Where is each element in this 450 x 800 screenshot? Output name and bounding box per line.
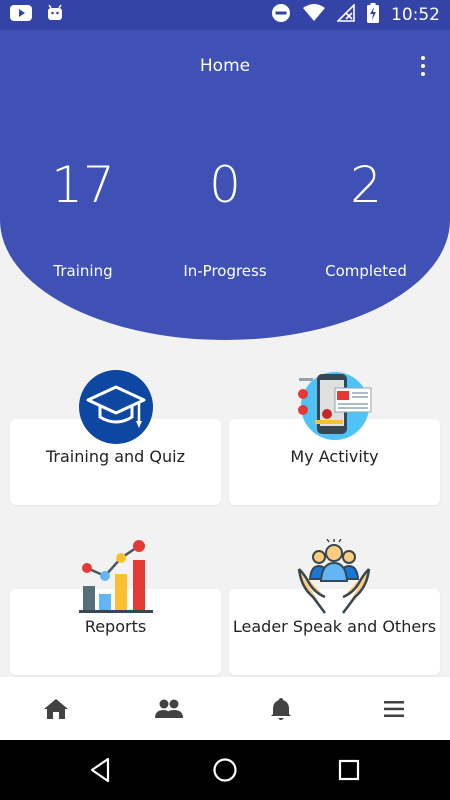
- android-icon: [46, 4, 64, 26]
- people-icon[interactable]: [139, 677, 199, 740]
- clock: 10:52: [391, 5, 440, 25]
- stat-label: Completed: [325, 262, 407, 280]
- stat-value: 17: [51, 156, 115, 214]
- stat-label: In-Progress: [183, 262, 267, 280]
- wifi-icon: [303, 4, 325, 26]
- no-signal-icon: [336, 3, 355, 26]
- bottom-nav: [0, 677, 450, 740]
- bell-icon[interactable]: [251, 677, 311, 740]
- card-label: My Activity: [290, 447, 379, 466]
- home-icon[interactable]: [26, 677, 86, 740]
- leader-hands-icon: [295, 538, 373, 619]
- header: Home 17 Training 0 In-Progress 2 Complet…: [0, 30, 450, 340]
- card-label: Reports: [84, 617, 147, 636]
- youtube-icon: [10, 5, 32, 25]
- graduation-cap-icon: [78, 369, 154, 449]
- bar-chart-icon: [77, 538, 155, 618]
- stat-completed[interactable]: 2 Completed: [291, 156, 441, 280]
- battery-charging-icon: [367, 3, 379, 27]
- stat-value: 0: [209, 156, 241, 214]
- more-vertical-icon[interactable]: [416, 54, 430, 78]
- stat-training[interactable]: 17 Training: [8, 156, 158, 280]
- stat-label: Training: [53, 262, 113, 280]
- stat-value: 2: [350, 156, 382, 214]
- stat-in-progress[interactable]: 0 In-Progress: [150, 156, 300, 280]
- do-not-disturb-icon: [271, 3, 291, 27]
- status-bar: 10:52: [0, 0, 450, 30]
- activity-phone-icon: [295, 368, 373, 446]
- system-nav-bar: [0, 740, 450, 800]
- page-title: Home: [199, 56, 251, 76]
- recents-icon[interactable]: [338, 759, 360, 785]
- back-icon[interactable]: [88, 757, 112, 787]
- home-circle-icon[interactable]: [212, 757, 238, 787]
- card-label: Leader Speak and Others: [232, 617, 437, 636]
- card-label: Training and Quiz: [46, 447, 185, 466]
- hamburger-menu-icon[interactable]: [364, 677, 424, 740]
